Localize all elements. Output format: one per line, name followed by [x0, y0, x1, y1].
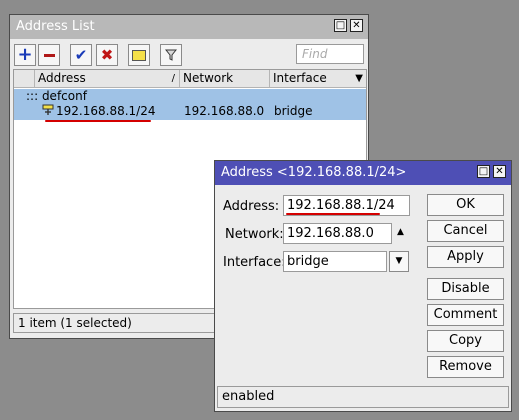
check-icon: ✔ [74, 46, 88, 64]
column-header-network[interactable]: Network [180, 70, 270, 87]
annotation-underline [45, 120, 151, 122]
group-label: ::: defconf [26, 89, 87, 103]
close-button[interactable]: ✕ [350, 19, 363, 32]
maximize-button[interactable]: □ [477, 165, 490, 178]
interface-label: Interface: [223, 255, 286, 270]
cell-interface: bridge [274, 104, 313, 118]
network-label: Network: [225, 227, 284, 242]
maximize-button[interactable]: □ [334, 19, 347, 32]
filter-button[interactable] [160, 44, 182, 66]
column-interface-label: Interface [273, 71, 327, 85]
table-row[interactable]: 192.168.88.1/24 192.168.88.0 bridge [14, 103, 366, 120]
find-input[interactable]: Find [296, 44, 364, 64]
disable-button[interactable]: ✖ [96, 44, 118, 66]
address-list-title: Address List [16, 19, 95, 34]
group-row-defconf[interactable]: ::: defconf [14, 89, 366, 103]
minus-icon [43, 53, 55, 57]
collapse-up-icon[interactable]: ▲ [397, 227, 404, 237]
interface-select[interactable]: bridge [283, 251, 387, 272]
remove-button[interactable]: Remove [427, 356, 504, 378]
cell-network: 192.168.88.0 [184, 104, 265, 118]
column-header-interface[interactable]: Interface ▼ [270, 70, 366, 87]
column-network-label: Network [183, 71, 234, 85]
address-icon [42, 104, 54, 121]
annotation-underline [286, 213, 380, 215]
copy-button[interactable]: Copy [427, 330, 504, 352]
cancel-button[interactable]: Cancel [427, 220, 504, 242]
plus-icon: + [17, 44, 33, 65]
filter-icon [165, 49, 177, 61]
dropdown-button[interactable]: ▼ [389, 251, 409, 272]
ok-button[interactable]: OK [427, 194, 504, 216]
address-list-titlebar[interactable]: Address List □ ✕ [10, 15, 368, 39]
column-header-address[interactable]: Address / [35, 70, 180, 87]
sort-icon: / [171, 73, 175, 84]
network-field[interactable]: 192.168.88.0 [283, 223, 392, 244]
remove-button[interactable] [38, 44, 60, 66]
column-address-label: Address [38, 71, 86, 85]
comment-button[interactable]: Comment [427, 304, 504, 326]
column-menu-icon[interactable]: ▼ [355, 70, 363, 87]
apply-button[interactable]: Apply [427, 246, 504, 268]
address-dialog: Address <192.168.88.1/24> □ ✕ Address: 1… [214, 160, 512, 412]
add-button[interactable]: + [14, 44, 36, 66]
dialog-status: enabled [217, 386, 509, 408]
address-dialog-titlebar[interactable]: Address <192.168.88.1/24> □ ✕ [215, 161, 511, 185]
address-dialog-title: Address <192.168.88.1/24> [221, 165, 407, 180]
comment-button[interactable] [128, 44, 150, 66]
chevron-down-icon: ▼ [395, 256, 403, 266]
enable-button[interactable]: ✔ [70, 44, 92, 66]
cell-address: 192.168.88.1/24 [56, 104, 156, 118]
disable-button[interactable]: Disable [427, 278, 504, 300]
table-header: Address / Network Interface ▼ [14, 70, 366, 88]
header-spacer [14, 70, 35, 87]
close-button[interactable]: ✕ [493, 165, 506, 178]
note-icon [132, 49, 146, 61]
address-label: Address: [223, 199, 280, 214]
x-icon: ✖ [100, 46, 114, 64]
